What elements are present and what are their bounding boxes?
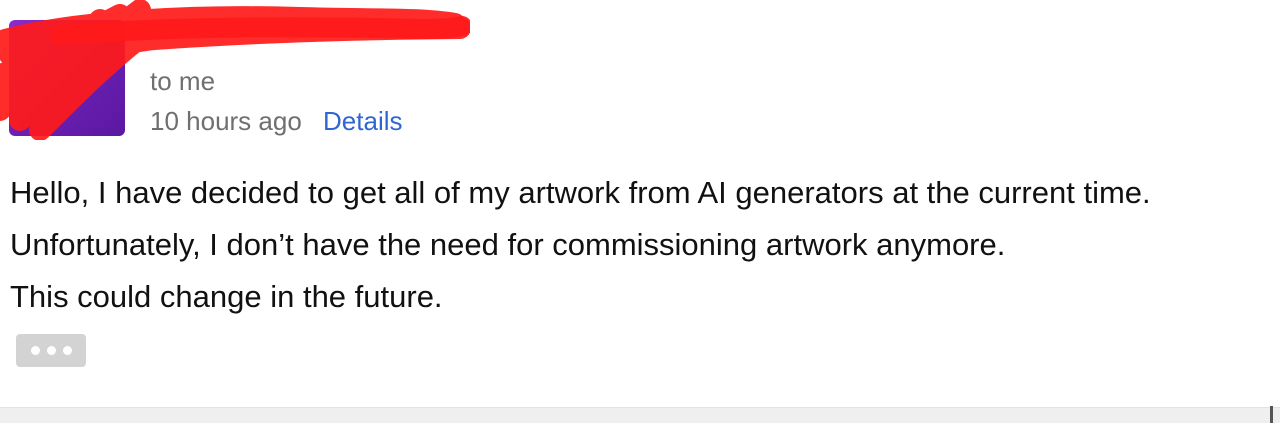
message-meta: 10 hours ago Details: [150, 106, 403, 136]
body-line: This could change in the future.: [10, 279, 443, 314]
recipient-text: to me: [150, 66, 216, 96]
details-link[interactable]: Details: [323, 106, 402, 136]
bottom-toolbar: [0, 407, 1280, 423]
email-message-view: to me 10 hours ago Details Hello, I have…: [0, 0, 1280, 423]
sender-avatar[interactable]: [9, 20, 125, 136]
message-body: Hello, I have decided to get all of my a…: [10, 171, 1260, 327]
body-line: Hello, I have decided to get all of my a…: [10, 175, 1151, 210]
ellipsis-icon: [30, 346, 40, 355]
scrollbar-thumb[interactable]: [1270, 406, 1273, 423]
show-trimmed-content-button[interactable]: [16, 334, 86, 367]
body-line: Unfortunately, I don’t have the need for…: [10, 227, 1006, 262]
received-time: 10 hours ago: [150, 106, 302, 136]
ellipsis-icon: [46, 346, 56, 355]
ellipsis-icon: [62, 346, 72, 355]
sender-name[interactable]: [150, 18, 320, 48]
